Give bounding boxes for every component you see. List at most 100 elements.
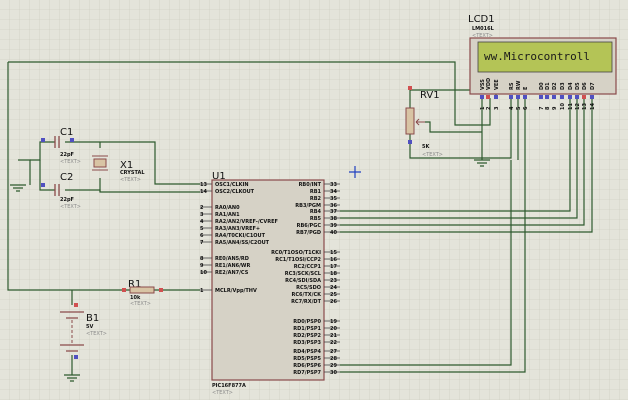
x1-value: CRYSTAL (120, 170, 145, 176)
pin-marker (509, 95, 513, 99)
schematic-canvas[interactable]: LCD1 LM016L <TEXT> ww.Microcontroll VSS 1… (0, 0, 628, 400)
pin-number: 18 (330, 271, 337, 277)
b1-ref: B1 (86, 313, 99, 324)
u1-pin-26[interactable]: 26 RC7/RX/DT (291, 299, 340, 305)
u1-pin-20[interactable]: 20 RD1/PSP1 (293, 326, 340, 332)
lcd-pin-name: RS (509, 82, 515, 90)
u1-pin-30[interactable]: 30 RD7/PSP7 (293, 370, 340, 376)
u1-pin-23[interactable]: 23 RC4/SDI/SDA (285, 278, 340, 284)
x1-text-placeholder: <TEXT> (120, 177, 141, 183)
pin-marker (582, 95, 586, 99)
u1-pin-24[interactable]: 24 RC5/SDO (296, 285, 340, 291)
pin-number: 6 (200, 233, 204, 239)
lcd-ref: LCD1 (468, 14, 495, 25)
pin-number: 3 (200, 212, 204, 218)
pin-number: 23 (330, 278, 337, 284)
pin-number: 21 (330, 333, 337, 339)
pin-marker (122, 288, 126, 292)
lcd-pin-number: 11 (568, 103, 574, 110)
schematic[interactable]: LCD1 LM016L <TEXT> ww.Microcontroll VSS1… (0, 0, 628, 400)
u1-pin-22[interactable]: 22 RD3/PSP3 (293, 340, 340, 346)
pin-number: 33 (330, 182, 337, 188)
lcd-pin-name: D1 (545, 82, 551, 90)
lcd-pin-number: 8 (545, 106, 551, 110)
pin-name: RC1/T1OSI/CCP2 (275, 257, 321, 263)
u1-pin-33[interactable]: 33 RB0/INT (299, 182, 340, 188)
lcd-pin-number: 9 (552, 106, 558, 110)
lcd-pin-number: 2 (486, 106, 492, 110)
pin-number: 38 (330, 216, 337, 222)
pin-name: RC0/T1OSO/T1CKI (271, 250, 321, 256)
pin-marker (545, 95, 549, 99)
pin-name: RD7/PSP7 (293, 370, 321, 376)
resistor-body (129, 286, 155, 294)
u1-pin-39[interactable]: 39 RB6/PGC (297, 223, 340, 229)
pin-number: 10 (200, 270, 207, 276)
pin-name: RD4/PSP4 (293, 349, 321, 355)
pin-name: RA4/T0CKI/C1OUT (215, 233, 266, 239)
pin-number: 8 (200, 256, 204, 262)
pin-marker (552, 95, 556, 99)
b1-value: 5V (86, 324, 93, 330)
pin-name: OSC2/CLKOUT (215, 189, 255, 195)
pin-number: 1 (200, 288, 204, 294)
lcd-pin-name: D4 (568, 82, 574, 90)
u1-pin-19[interactable]: 19 RD0/PSP0 (293, 319, 340, 325)
pin-number: 35 (330, 196, 337, 202)
microcontroller-u1[interactable]: U1 PIC16F877A <TEXT> 13 OSC1/CLKIN14 OSC2/… (200, 171, 340, 396)
pin-number: 14 (200, 189, 207, 195)
u1-pin-21[interactable]: 21 RD2/PSP2 (293, 333, 340, 339)
u1-pin-27[interactable]: 27 RD4/PSP4 (293, 349, 340, 355)
lcd-pin-name: D5 (575, 82, 581, 90)
pin-number: 37 (330, 209, 337, 215)
pin-marker (539, 95, 543, 99)
pin-number: 34 (330, 189, 337, 195)
pin-marker (568, 95, 572, 99)
pin-marker (480, 95, 484, 99)
c1-ref: C1 (60, 127, 73, 138)
pin-number: 28 (330, 356, 337, 362)
crystal-body (93, 158, 107, 168)
u1-pin-15[interactable]: 15 RC0/T1OSO/T1CKI (271, 250, 340, 256)
u1-pin-17[interactable]: 17 RC2/CCP1 (294, 264, 340, 270)
lcd-pin-name: D6 (582, 82, 588, 90)
rv1-value: 5K (422, 144, 430, 150)
u1-pin-29[interactable]: 29 RD6/PSP6 (293, 363, 340, 369)
pin-name: MCLR/Vpp/THV (215, 288, 257, 294)
pin-name: RD3/PSP3 (293, 340, 321, 346)
pin-number: 27 (330, 349, 337, 355)
lcd-pin-number: 13 (582, 103, 588, 110)
pin-marker (575, 95, 579, 99)
lcd-pin-number: 6 (523, 106, 529, 110)
pin-name: RA0/AN0 (215, 205, 240, 211)
lcd-pin-number: 14 (590, 103, 596, 110)
pin-marker (590, 95, 594, 99)
pin-name: RD0/PSP0 (293, 319, 321, 325)
pin-number: 5 (200, 226, 204, 232)
u1-pin-28[interactable]: 28 RD5/PSP5 (293, 356, 340, 362)
pin-marker (41, 138, 45, 142)
pin-number: 17 (330, 264, 337, 270)
pin-marker (523, 95, 527, 99)
u1-pin-18[interactable]: 18 RC3/SCK/SCL (285, 271, 340, 277)
lcd-pin-name: VEE (494, 79, 500, 90)
u1-pin-40[interactable]: 40 RB7/PGD (296, 230, 340, 236)
pin-name: RC4/SDI/SDA (285, 278, 321, 284)
u1-pin-16[interactable]: 16 RC1/T1OSI/CCP2 (275, 257, 340, 263)
lcd-pin-name: E (523, 86, 529, 90)
pin-name: RA3/AN3/VREF+ (215, 226, 260, 232)
pin-name: RC3/SCK/SCL (285, 271, 322, 277)
rv1-ref: RV1 (420, 90, 440, 101)
pin-marker (494, 95, 498, 99)
u1-pin-25[interactable]: 25 RC6/TX/CK (292, 292, 340, 298)
lcd-pin-name: RW (516, 80, 522, 90)
pin-name: RC2/CCP1 (294, 264, 322, 270)
lcd-pin-number: 5 (516, 106, 522, 110)
c1-text-placeholder: <TEXT> (60, 159, 81, 165)
pin-number: 2 (200, 205, 204, 211)
c2-ref: C2 (60, 172, 73, 183)
pin-marker (74, 355, 78, 359)
u1-part: PIC16F877A (212, 383, 246, 389)
pin-number: 4 (200, 219, 204, 225)
pin-name: RB0/INT (299, 182, 322, 188)
